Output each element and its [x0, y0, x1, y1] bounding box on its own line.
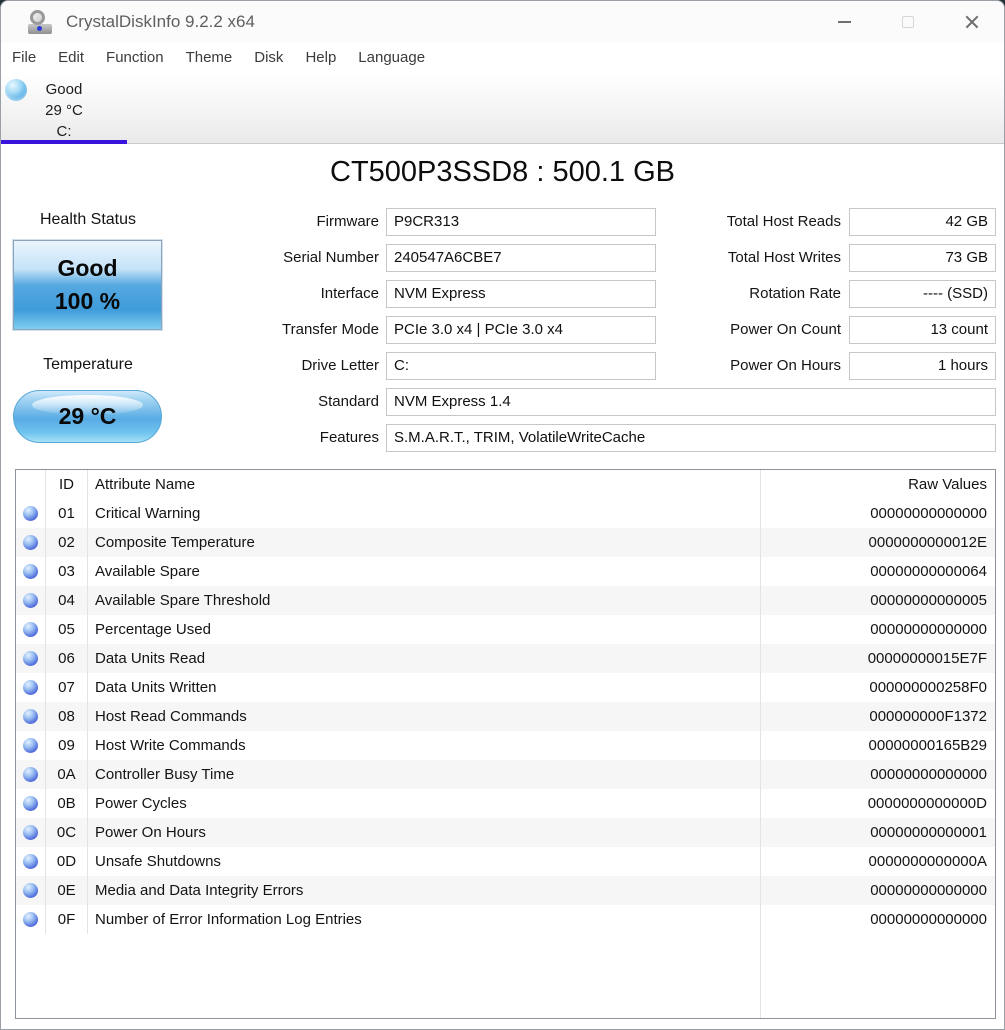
smart-table: ID Attribute Name Raw Values 01 Critical …: [15, 469, 996, 1019]
smart-header-status: [16, 470, 46, 499]
firmware-label: Firmware: [316, 213, 380, 230]
drive-tab-letter: C:: [56, 123, 72, 140]
smart-header-raw: Raw Values: [760, 470, 995, 499]
table-row[interactable]: 0B Power Cycles 0000000000000D: [16, 789, 995, 818]
menu-language[interactable]: Language: [347, 43, 436, 73]
temperature-indicator[interactable]: 29 °C: [13, 390, 162, 443]
smart-header-name: Attribute Name: [95, 476, 196, 493]
table-row[interactable]: 04 Available Spare Threshold 0000000000000…: [16, 586, 995, 615]
table-row[interactable]: 09 Host Write Commands 00000000165B29: [16, 731, 995, 760]
menu-disk[interactable]: Disk: [243, 43, 294, 73]
menu-help[interactable]: Help: [294, 43, 347, 73]
table-row[interactable]: 0C Power On Hours 00000000000001: [16, 818, 995, 847]
status-orb-icon: [23, 883, 38, 898]
standard-value: NVM Express 1.4: [386, 388, 996, 416]
smart-header-id: ID: [46, 470, 88, 499]
health-status-value: Good: [57, 255, 118, 281]
table-row[interactable]: 0F Number of Error Information Log Entrie…: [16, 905, 995, 934]
title-bar: CrystalDiskInfo 9.2.2 x64: [1, 1, 1004, 43]
health-status-button[interactable]: Good 100 %: [12, 239, 163, 331]
status-orb-icon: [23, 738, 38, 753]
table-row[interactable]: 01 Critical Warning 00000000000000: [16, 499, 995, 528]
firmware-value: P9CR313: [386, 208, 656, 236]
rotation-rate-value: ---- (SSD): [849, 280, 996, 308]
total-host-writes-label: Total Host Writes: [727, 249, 841, 266]
minimize-button[interactable]: [812, 1, 876, 43]
status-orb-icon: [23, 796, 38, 811]
main-content: CT500P3SSD8 : 500.1 GB Health Status Goo…: [1, 144, 1004, 1029]
total-host-reads-label: Total Host Reads: [726, 213, 841, 230]
minimize-icon: [837, 21, 851, 23]
transfer-mode-label: Transfer Mode: [282, 321, 379, 338]
table-row[interactable]: 08 Host Read Commands 000000000F1372: [16, 702, 995, 731]
table-row[interactable]: 07 Data Units Written 000000000258F0: [16, 673, 995, 702]
drive-status-orb-icon: [5, 79, 27, 101]
menu-bar: File Edit Function Theme Disk Help Langu…: [1, 43, 1004, 73]
status-orb-icon: [23, 709, 38, 724]
serial-number-value: 240547A6CBE7: [386, 244, 656, 272]
standard-label: Standard: [318, 393, 379, 410]
close-icon: [965, 15, 979, 29]
status-orb-icon: [23, 593, 38, 608]
status-orb-icon: [23, 651, 38, 666]
smart-table-header: ID Attribute Name Raw Values: [16, 470, 995, 499]
status-orb-icon: [23, 622, 38, 637]
serial-number-label: Serial Number: [283, 249, 379, 266]
status-orb-icon: [23, 912, 38, 927]
table-row[interactable]: 02 Composite Temperature 0000000000012E: [16, 528, 995, 557]
maximize-icon: [902, 16, 914, 28]
power-on-count-label: Power On Count: [730, 321, 841, 338]
app-window: CrystalDiskInfo 9.2.2 x64 File Edit Func…: [0, 0, 1005, 1030]
window-title: CrystalDiskInfo 9.2.2 x64: [66, 12, 255, 31]
drive-letter-label: Drive Letter: [301, 357, 379, 374]
drive-title: CT500P3SSD8 : 500.1 GB: [330, 156, 675, 188]
menu-file[interactable]: File: [1, 43, 47, 73]
status-orb-icon: [23, 535, 38, 550]
drive-tab-strip: Good 29 °C C:: [1, 73, 1004, 144]
interface-label: Interface: [320, 285, 379, 302]
rotation-rate-label: Rotation Rate: [749, 285, 841, 302]
app-icon: [28, 10, 54, 34]
drive-tab-status: Good: [45, 81, 83, 98]
drive-tab-temperature: 29 °C: [45, 102, 83, 119]
temperature-label: Temperature: [43, 356, 133, 373]
table-row[interactable]: 03 Available Spare 00000000000064: [16, 557, 995, 586]
menu-theme[interactable]: Theme: [175, 43, 244, 73]
table-row[interactable]: 06 Data Units Read 00000000015E7F: [16, 644, 995, 673]
health-status-label: Health Status: [39, 211, 137, 228]
drive-tab-text: Good 29 °C C:: [25, 79, 103, 142]
health-status-percent: 100 %: [54, 288, 121, 314]
close-button[interactable]: [940, 1, 1004, 43]
interface-value: NVM Express: [386, 280, 656, 308]
power-on-count-value: 13 count: [849, 316, 996, 344]
menu-edit[interactable]: Edit: [47, 43, 95, 73]
maximize-button[interactable]: [876, 1, 940, 43]
total-host-reads-value: 42 GB: [849, 208, 996, 236]
table-row[interactable]: 0A Controller Busy Time 00000000000000: [16, 760, 995, 789]
power-on-hours-value: 1 hours: [849, 352, 996, 380]
drive-letter-value: C:: [386, 352, 656, 380]
table-row[interactable]: 05 Percentage Used 00000000000000: [16, 615, 995, 644]
features-value: S.M.A.R.T., TRIM, VolatileWriteCache: [386, 424, 996, 452]
table-row[interactable]: 0E Media and Data Integrity Errors 0000000…: [16, 876, 995, 905]
status-orb-icon: [23, 854, 38, 869]
menu-function[interactable]: Function: [95, 43, 175, 73]
temperature-value: 29 °C: [58, 403, 117, 429]
status-orb-icon: [23, 564, 38, 579]
status-orb-icon: [23, 767, 38, 782]
status-orb-icon: [23, 506, 38, 521]
status-orb-icon: [23, 825, 38, 840]
power-on-hours-label: Power On Hours: [730, 357, 841, 374]
table-row[interactable]: 0D Unsafe Shutdowns 0000000000000A: [16, 847, 995, 876]
drive-tab-c[interactable]: Good 29 °C C:: [1, 73, 127, 144]
features-label: Features: [319, 429, 379, 446]
total-host-writes-value: 73 GB: [849, 244, 996, 272]
smart-table-empty-area: [16, 934, 995, 1018]
status-orb-icon: [23, 680, 38, 695]
transfer-mode-value: PCIe 3.0 x4 | PCIe 3.0 x4: [386, 316, 656, 344]
